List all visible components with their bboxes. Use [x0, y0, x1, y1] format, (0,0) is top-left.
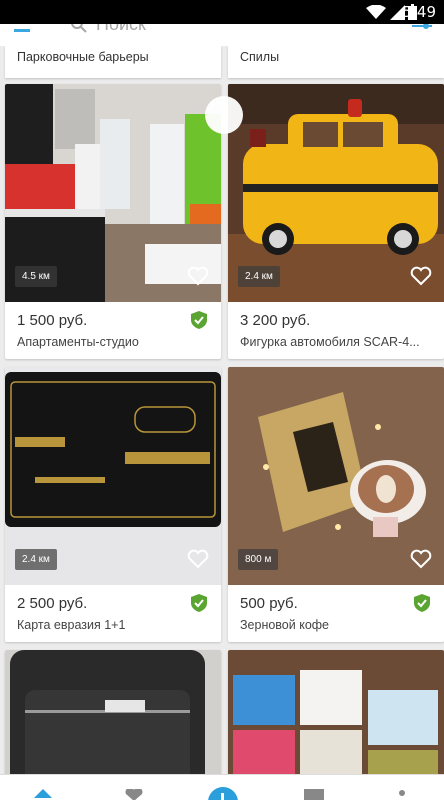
category-card-parking-barriers[interactable]: Парковочные барьеры [5, 46, 221, 78]
listing-price: 1 500 руб. [17, 312, 88, 329]
wifi-icon [366, 5, 386, 19]
distance-badge: 4.5 км [15, 266, 57, 287]
home-icon[interactable] [34, 789, 52, 800]
listing-price: 3 200 руб. [240, 312, 311, 329]
listing-photo [228, 650, 444, 774]
distance-badge: 2.4 км [238, 266, 280, 287]
menu-icon[interactable] [14, 24, 30, 32]
listing-title: Апартаменты-студио [17, 335, 139, 349]
search-icon [71, 24, 87, 33]
listing-photo [5, 650, 221, 774]
search-input[interactable]: Поиск [96, 24, 146, 35]
heart-icon[interactable] [187, 266, 209, 286]
listing-card[interactable]: 2.4 км 3 200 руб. Фигурка автомобиля SCA… [228, 84, 444, 359]
listing-card[interactable]: 4.5 км 1 500 руб. Апартаменты-студио [5, 84, 221, 359]
heart-icon[interactable] [187, 549, 209, 569]
shield-check-icon [191, 594, 207, 612]
status-bar: 5:49 [0, 0, 444, 24]
status-time: 5:49 [402, 3, 436, 21]
heart-icon[interactable] [410, 266, 432, 286]
listing-price: 2 500 руб. [17, 595, 88, 612]
add-icon[interactable] [208, 787, 238, 800]
category-label: Парковочные барьеры [17, 50, 149, 64]
listing-card[interactable] [228, 650, 444, 774]
overlay-circle [205, 96, 243, 134]
mail-icon[interactable] [304, 789, 324, 800]
top-toolbar: Поиск [0, 24, 444, 46]
more-icon[interactable] [398, 789, 406, 800]
listing-title: Фигурка автомобиля SCAR-4... [240, 335, 420, 349]
listings-feed[interactable]: Парковочные барьеры Спилы 4.5 км 1 500 р… [0, 46, 444, 774]
filter-icon[interactable] [412, 24, 432, 34]
distance-badge: 800 м [238, 549, 279, 570]
listing-title: Карта евразия 1+1 [17, 618, 126, 632]
shield-check-icon [191, 311, 207, 329]
favorites-icon[interactable] [124, 789, 144, 800]
listing-card[interactable]: 2.4 км 2 500 руб. Карта евразия 1+1 [5, 367, 221, 642]
distance-badge: 2.4 км [15, 549, 57, 570]
category-card-cuts[interactable]: Спилы [228, 46, 444, 78]
shield-check-icon [414, 594, 430, 612]
category-label: Спилы [240, 50, 280, 64]
listing-card[interactable]: 800 м 500 руб. Зерновой кофе [228, 367, 444, 642]
heart-icon[interactable] [410, 549, 432, 569]
bottom-nav [0, 774, 444, 800]
listing-title: Зерновой кофе [240, 618, 330, 632]
listing-card[interactable] [5, 650, 221, 774]
listing-price: 500 руб. [240, 595, 298, 612]
